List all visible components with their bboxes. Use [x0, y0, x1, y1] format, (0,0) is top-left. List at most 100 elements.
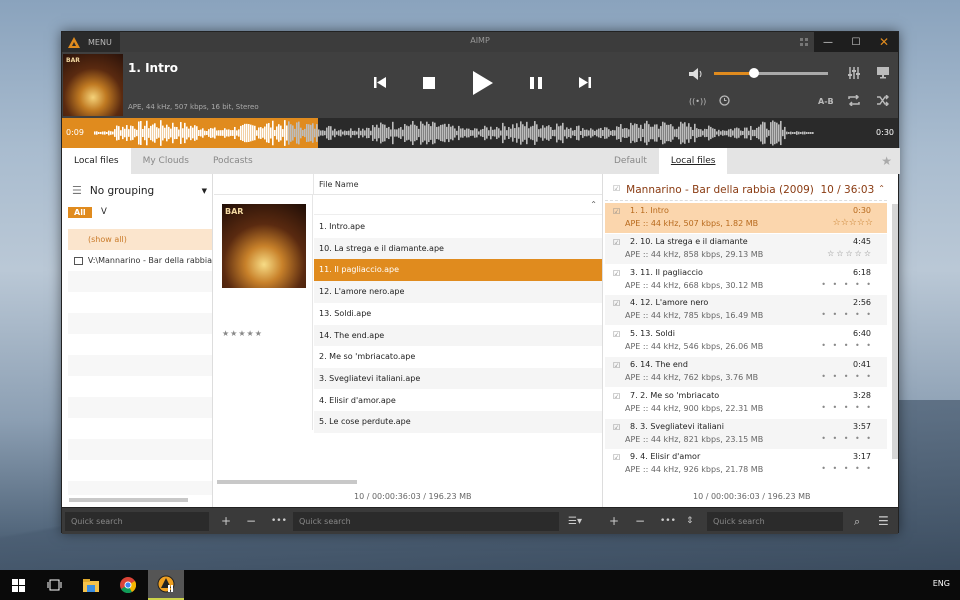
- playlist-item-rating[interactable]: ☆☆☆☆☆: [833, 218, 873, 228]
- waveform-bar: [670, 124, 672, 142]
- album-art[interactable]: BAR: [63, 54, 123, 116]
- remove-icon[interactable]: −: [246, 512, 256, 531]
- playlist-item[interactable]: ☑ 7. 2. Me so 'mbriacato APE :: 44 kHz, 90…: [605, 388, 887, 418]
- playlist-item-rating[interactable]: • • • • •: [821, 310, 873, 319]
- playlist-item-rating[interactable]: • • • • •: [821, 341, 873, 350]
- equalizer-icon[interactable]: [848, 67, 860, 82]
- view-mode-icon[interactable]: ☰▾: [568, 512, 582, 531]
- folder-item[interactable]: V:\Mannarino - Bar della rabbia: [68, 250, 212, 271]
- tab-local-files[interactable]: Local files: [62, 148, 131, 174]
- playlist-item[interactable]: ☑ 9. 4. Elisir d'amor APE :: 44 kHz, 926 k…: [605, 449, 887, 479]
- playlist-item-rating[interactable]: ☆☆☆☆☆: [827, 249, 873, 258]
- checkbox-icon[interactable]: ☑: [613, 207, 620, 216]
- file-row[interactable]: 14. The end.ape: [314, 324, 602, 346]
- language-indicator[interactable]: ENG: [933, 579, 950, 588]
- file-row[interactable]: 12. L'amore nero.ape: [314, 281, 602, 303]
- playlist-item-rating[interactable]: • • • • •: [821, 403, 873, 412]
- checkbox-icon[interactable]: ☑: [613, 238, 620, 247]
- previous-button[interactable]: [374, 77, 386, 88]
- playlist-remove-icon[interactable]: −: [635, 512, 645, 531]
- star-icon[interactable]: ★: [881, 154, 892, 168]
- more-icon[interactable]: •••: [271, 512, 287, 531]
- column-file-name[interactable]: File Name: [313, 174, 602, 195]
- playlist-search-input[interactable]: Quick search: [707, 512, 843, 531]
- volume-slider[interactable]: [714, 68, 828, 78]
- playlist-item[interactable]: ☑ 2. 10. La strega e il diamante APE :: 44…: [605, 233, 887, 264]
- playlist-item-rating[interactable]: • • • • •: [821, 372, 873, 381]
- chrome-button[interactable]: [110, 570, 146, 600]
- file-row[interactable]: 4. Elisir d'amor.ape: [314, 390, 602, 412]
- horizontal-scrollbar[interactable]: [69, 498, 188, 502]
- playlist-item[interactable]: ☑ 3. 11. Il pagliaccio APE :: 44 kHz, 668 …: [605, 265, 887, 295]
- tab-my-clouds[interactable]: My Clouds: [131, 148, 201, 174]
- filter-all-button[interactable]: All: [68, 207, 92, 218]
- album-cover[interactable]: BAR: [222, 204, 306, 288]
- volume-knob[interactable]: [748, 68, 759, 78]
- checkbox-icon[interactable]: ☑: [613, 423, 620, 432]
- checkbox-icon[interactable]: ☑: [613, 269, 620, 278]
- task-view-button[interactable]: [36, 570, 72, 600]
- collapse-group-button[interactable]: ⌃: [314, 195, 602, 215]
- minimize-button[interactable]: —: [814, 32, 842, 52]
- filter-v-button[interactable]: V: [101, 207, 107, 217]
- file-row[interactable]: 1. Intro.ape: [314, 216, 602, 238]
- playlist-more-icon[interactable]: •••: [660, 512, 676, 531]
- playlist-group-header[interactable]: ☑ Mannarino - Bar della rabbia (2009) 10…: [613, 184, 885, 196]
- playlist-item-rating[interactable]: • • • • •: [821, 280, 873, 289]
- playlist-item[interactable]: ☑ 4. 12. L'amore nero APE :: 44 kHz, 785 k…: [605, 295, 887, 326]
- checkbox-icon[interactable]: ☑: [613, 184, 620, 196]
- tab-default-playlist[interactable]: Default: [602, 148, 659, 174]
- waveform-seekbar[interactable]: 0:09 0:30: [62, 118, 898, 148]
- file-row[interactable]: 10. La strega e il diamante.ape: [314, 237, 602, 260]
- timer-icon[interactable]: [719, 95, 730, 109]
- radio-icon[interactable]: ((•)): [689, 97, 706, 106]
- ab-repeat-button[interactable]: A-B: [818, 97, 834, 106]
- tab-local-files-playlist[interactable]: Local files: [658, 148, 728, 174]
- add-icon[interactable]: +: [221, 512, 231, 531]
- aimp-taskbar-button[interactable]: [148, 570, 184, 600]
- playlist-item[interactable]: ☑ 1. 1. Intro APE :: 44 kHz, 507 kbps, 1.8…: [605, 203, 887, 233]
- tab-podcasts[interactable]: Podcasts: [201, 148, 265, 174]
- mini-mode-icon[interactable]: [800, 38, 808, 46]
- playlist-item[interactable]: ☑ 5. 13. Soldi APE :: 44 kHz, 546 kbps, 26…: [605, 326, 887, 356]
- stop-button[interactable]: [423, 77, 435, 89]
- start-button[interactable]: [0, 570, 36, 600]
- album-rating[interactable]: ★★★★★: [222, 329, 263, 338]
- checkbox-icon[interactable]: ☑: [613, 299, 620, 308]
- search-icon[interactable]: ⌕: [854, 512, 860, 531]
- volume-icon[interactable]: [689, 68, 703, 83]
- close-button[interactable]: ✕: [870, 32, 898, 52]
- playlist-menu-icon[interactable]: ☰: [878, 512, 889, 531]
- shuffle-icon[interactable]: [877, 94, 889, 109]
- waveform-bar: [692, 129, 694, 137]
- library-search-input[interactable]: Quick search: [65, 512, 209, 531]
- next-button[interactable]: [579, 77, 591, 88]
- grouping-dropdown[interactable]: ☰ No grouping ▼: [72, 184, 207, 197]
- sort-icon[interactable]: ⇕: [686, 512, 694, 531]
- playlist-add-icon[interactable]: +: [609, 512, 619, 531]
- vertical-scrollbar[interactable]: [892, 204, 898, 459]
- checkbox-icon[interactable]: ☑: [613, 392, 620, 401]
- visualization-icon[interactable]: [877, 67, 889, 82]
- pause-button[interactable]: [530, 77, 542, 89]
- playlist-item[interactable]: ☑ 6. 14. The end APE :: 44 kHz, 762 kbps, …: [605, 357, 887, 387]
- collapse-icon[interactable]: ⌃: [878, 184, 885, 196]
- file-row[interactable]: 13. Soldi.ape: [314, 303, 602, 325]
- checkbox-icon[interactable]: ☑: [613, 361, 620, 370]
- file-explorer-button[interactable]: [73, 570, 109, 600]
- playlist-item-rating[interactable]: • • • • •: [821, 434, 873, 443]
- file-search-input[interactable]: Quick search: [293, 512, 559, 531]
- maximize-button[interactable]: ☐: [842, 32, 870, 52]
- checkbox-icon[interactable]: ☑: [613, 330, 620, 339]
- checkbox-icon[interactable]: ☑: [613, 453, 620, 462]
- horizontal-scrollbar[interactable]: [217, 480, 357, 484]
- file-row[interactable]: 5. Le cose perdute.ape: [314, 411, 602, 433]
- file-row[interactable]: 2. Me so 'mbriacato.ape: [314, 346, 602, 368]
- playlist-item-rating[interactable]: • • • • •: [821, 464, 873, 473]
- repeat-icon[interactable]: [848, 94, 860, 109]
- play-button[interactable]: [473, 71, 493, 95]
- show-all-item[interactable]: (show all): [68, 229, 212, 250]
- playlist-item[interactable]: ☑ 8. 3. Svegliatevi italiani APE :: 44 kHz…: [605, 418, 887, 449]
- file-row[interactable]: 3. Svegliatevi italiani.ape: [314, 367, 602, 390]
- file-row[interactable]: 11. Il pagliaccio.ape: [314, 259, 602, 281]
